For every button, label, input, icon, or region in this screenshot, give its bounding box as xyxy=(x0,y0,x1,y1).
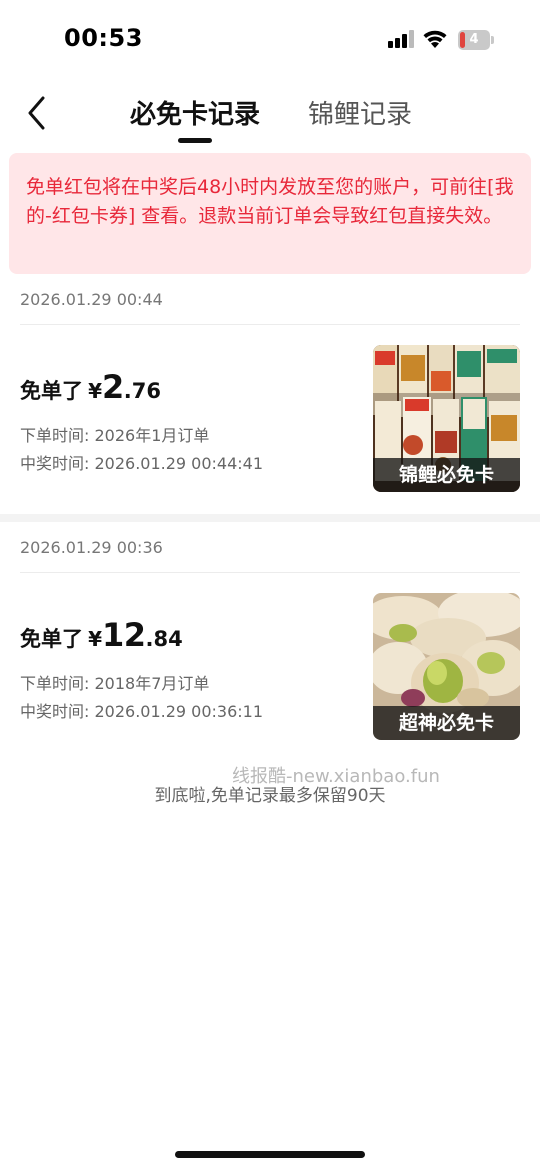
cellular-signal-icon xyxy=(388,30,414,48)
amount-row: 免单了 ¥2.76 xyxy=(20,368,161,406)
status-bar: 00:53 4 xyxy=(0,0,540,80)
amount-integer: 12 xyxy=(102,616,146,654)
amount-label: 免单了 xyxy=(20,379,83,403)
order-time: 下单时间: 2026年1月订单 xyxy=(20,426,210,445)
amount-decimal: .76 xyxy=(123,379,161,403)
amount-row: 免单了 ¥12.84 xyxy=(20,616,183,654)
currency-symbol: ¥ xyxy=(88,379,103,403)
tab-koi-records[interactable]: 锦鲤记录 xyxy=(308,94,412,131)
amount-integer: 2 xyxy=(102,368,124,406)
notice-banner: 免单红包将在中奖后48小时内发放至您的账户，可前往[我的-红包卡券] 查看。退款… xyxy=(9,153,531,274)
product-image[interactable]: 超神必免卡 xyxy=(373,593,520,740)
win-time: 中奖时间: 2026.01.29 00:36:11 xyxy=(20,702,264,721)
back-button[interactable] xyxy=(20,90,56,136)
end-of-list-note: 到底啦,免单记录最多保留90天 xyxy=(0,781,540,806)
product-image[interactable]: 锦鲤必免卡 xyxy=(373,345,520,492)
divider xyxy=(20,572,520,573)
section-separator xyxy=(0,514,540,522)
win-time: 中奖时间: 2026.01.29 00:44:41 xyxy=(20,454,264,473)
end-of-list-text: 到底啦,免单记录最多保留90天 xyxy=(154,786,386,806)
active-tab-indicator xyxy=(178,138,212,143)
tab-free-card-records[interactable]: 必免卡记录 xyxy=(130,94,260,131)
divider xyxy=(20,324,520,325)
record-date: 2026.01.29 00:36 xyxy=(20,538,163,557)
top-nav: 必免卡记录 锦鲤记录 xyxy=(0,80,540,146)
battery-icon: 4 xyxy=(458,30,494,50)
wifi-icon xyxy=(421,28,449,50)
home-indicator[interactable] xyxy=(175,1151,365,1158)
card-badge: 超神必免卡 xyxy=(373,706,520,740)
order-time: 下单时间: 2018年7月订单 xyxy=(20,674,210,693)
amount-label: 免单了 xyxy=(20,627,83,651)
currency-symbol: ¥ xyxy=(88,627,103,651)
battery-level: 4 xyxy=(469,32,479,47)
status-time: 00:53 xyxy=(64,24,143,52)
card-badge: 锦鲤必免卡 xyxy=(373,458,520,492)
chevron-left-icon xyxy=(28,96,45,130)
record-date: 2026.01.29 00:44 xyxy=(20,290,163,309)
amount-decimal: .84 xyxy=(145,627,183,651)
notice-text: 免单红包将在中奖后48小时内发放至您的账户，可前往[我的-红包卡券] 查看。退款… xyxy=(26,176,514,227)
